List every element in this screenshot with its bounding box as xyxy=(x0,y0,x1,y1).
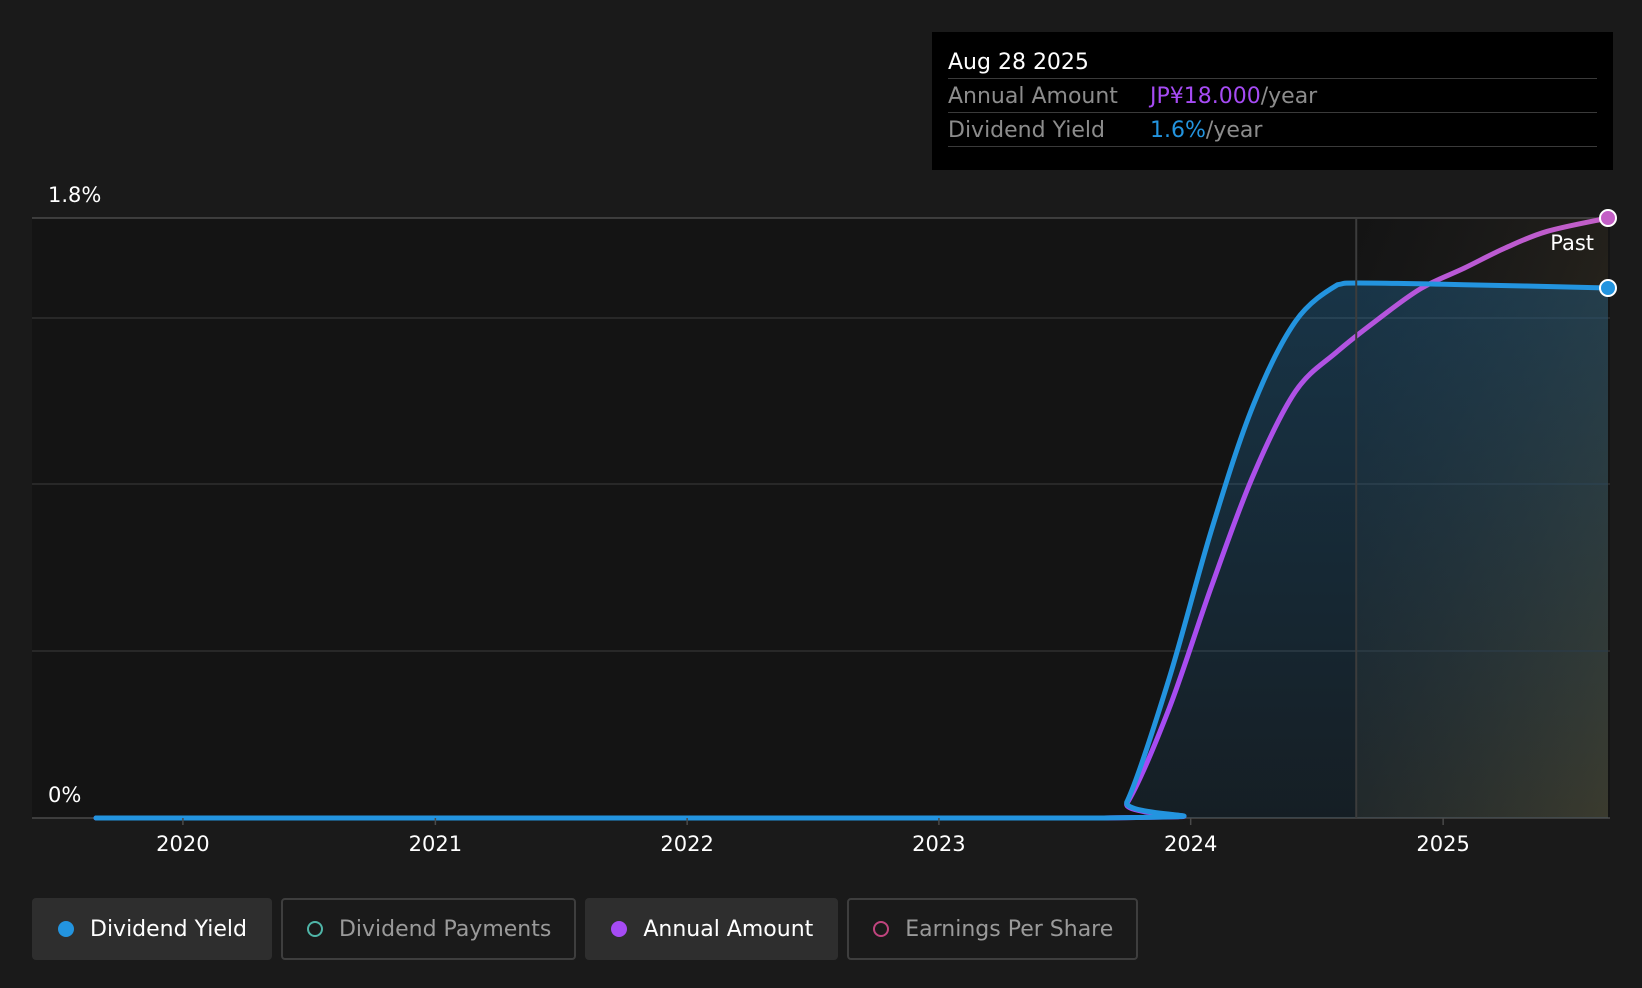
tooltip-dividend-yield-row: Dividend Yield 1.6% /year xyxy=(948,113,1597,147)
y-axis-label-max: 1.8% xyxy=(48,183,101,207)
x-tick-label: 2023 xyxy=(912,832,965,856)
legend-label: Dividend Yield xyxy=(90,916,247,942)
legend: Dividend Yield Dividend Payments Annual … xyxy=(32,898,1139,960)
legend-dot-icon xyxy=(873,921,890,937)
legend-dot-icon xyxy=(611,921,628,937)
legend-item-annual-amount[interactable]: Annual Amount xyxy=(585,898,839,960)
tooltip-date: Aug 28 2025 xyxy=(948,47,1597,79)
x-tick-label: 2020 xyxy=(156,832,209,856)
tooltip-dividend-yield-unit: /year xyxy=(1205,118,1263,143)
legend-item-dividend-payments[interactable]: Dividend Payments xyxy=(280,898,577,960)
tooltip-annual-amount-value: JP¥18.000 xyxy=(1150,84,1261,109)
tooltip-annual-amount-unit: /year xyxy=(1260,84,1318,109)
y-axis-label-min: 0% xyxy=(48,783,81,807)
tooltip: Aug 28 2025 Annual Amount JP¥18.000 /yea… xyxy=(932,32,1613,170)
tooltip-dividend-yield-label: Dividend Yield xyxy=(948,118,1105,143)
tooltip-annual-amount-label: Annual Amount xyxy=(948,84,1118,109)
legend-label: Earnings Per Share xyxy=(905,916,1114,942)
x-tick-label: 2025 xyxy=(1416,832,1469,856)
tooltip-dividend-yield-value: 1.6% xyxy=(1150,118,1206,143)
x-tick-label: 2022 xyxy=(660,832,713,856)
legend-label: Dividend Payments xyxy=(338,916,552,942)
legend-label: Annual Amount xyxy=(643,916,814,942)
dividend-yield-end-marker xyxy=(1599,279,1617,297)
x-tick-label: 2024 xyxy=(1164,832,1217,856)
legend-item-dividend-yield[interactable]: Dividend Yield xyxy=(32,898,272,960)
x-tick-label: 2021 xyxy=(409,832,462,856)
legend-item-earnings-per-share[interactable]: Earnings Per Share xyxy=(847,898,1139,960)
legend-dot-icon xyxy=(58,921,74,937)
legend-dot-icon xyxy=(306,921,323,937)
past-label: Past xyxy=(1550,231,1594,255)
annual-amount-end-marker xyxy=(1599,209,1617,227)
tooltip-annual-amount-row: Annual Amount JP¥18.000 /year xyxy=(948,79,1597,113)
x-axis-ticks: 2020 2021 2022 2023 2024 2025 xyxy=(156,818,1470,856)
